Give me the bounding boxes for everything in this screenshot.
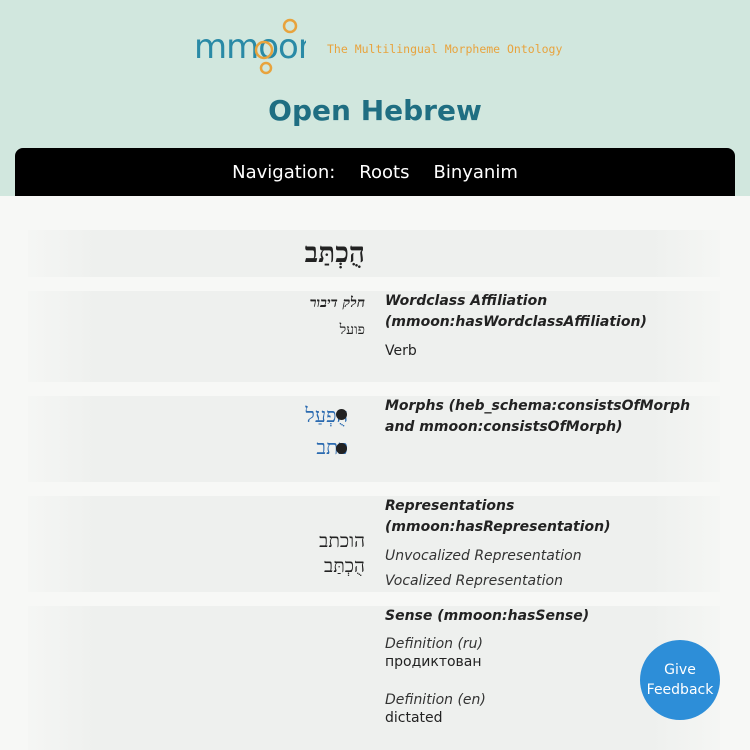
sense-row: Sense (mmoon:hasSense) Definition (ru) п…: [28, 606, 720, 750]
give-feedback-button[interactable]: Give Feedback: [640, 640, 720, 720]
page-title: Open Hebrew: [268, 94, 482, 127]
nav-item-roots[interactable]: Roots: [359, 162, 409, 183]
logo-icon: mmoon: [194, 18, 306, 75]
wordclass-value-he: פועל: [339, 322, 365, 338]
navigation-bar: Navigation: Roots Binyanim: [15, 148, 735, 196]
morphs-property: Morphs (heb_schema:consistsOfMorph and m…: [385, 398, 691, 435]
morphs-row: הֻפְעַל כתב Morphs (heb_schema:consistsO…: [28, 396, 720, 482]
tagline: The Multilingual Morpheme Ontology: [327, 42, 563, 56]
mmoon-logo[interactable]: mmoon: [194, 16, 306, 76]
wordclass-label-he: חלק דיבור: [309, 295, 365, 311]
site-header: mmoon The Multilingual Morpheme Ontology…: [0, 0, 750, 196]
bullet-icon: [336, 409, 347, 420]
headword: הֻכְתַּב: [304, 236, 365, 269]
wordclass-property: Wordclass Affiliation (mmoon:hasWordclas…: [385, 293, 647, 330]
unvocalized-representation: הוכתב: [319, 530, 365, 552]
bullet-icon: [336, 443, 347, 454]
unvocalized-label: Unvocalized Representation: [385, 548, 582, 564]
representations-property: Representations (mmoon:hasRepresentation…: [385, 498, 611, 535]
representations-row: הוכתב הֻכְתַּב Representations (mmoon:ha…: [28, 496, 720, 592]
wordclass-row: חלק דיבור פועל Wordclass Affiliation (mm…: [28, 291, 720, 382]
headword-row: הֻכְתַּב: [28, 230, 720, 277]
nav-item-binyanim[interactable]: Binyanim: [433, 162, 517, 183]
vocalized-representation: הֻכְתַּב: [324, 555, 365, 577]
sense-property: Sense (mmoon:hasSense): [385, 608, 590, 624]
nav-label: Navigation:: [232, 161, 336, 183]
main-content: הֻכְתַּב חלק דיבור פועל Wordclass Affili…: [0, 196, 750, 750]
vocalized-label: Vocalized Representation: [385, 573, 563, 589]
wordclass-value: Verb: [385, 343, 417, 359]
